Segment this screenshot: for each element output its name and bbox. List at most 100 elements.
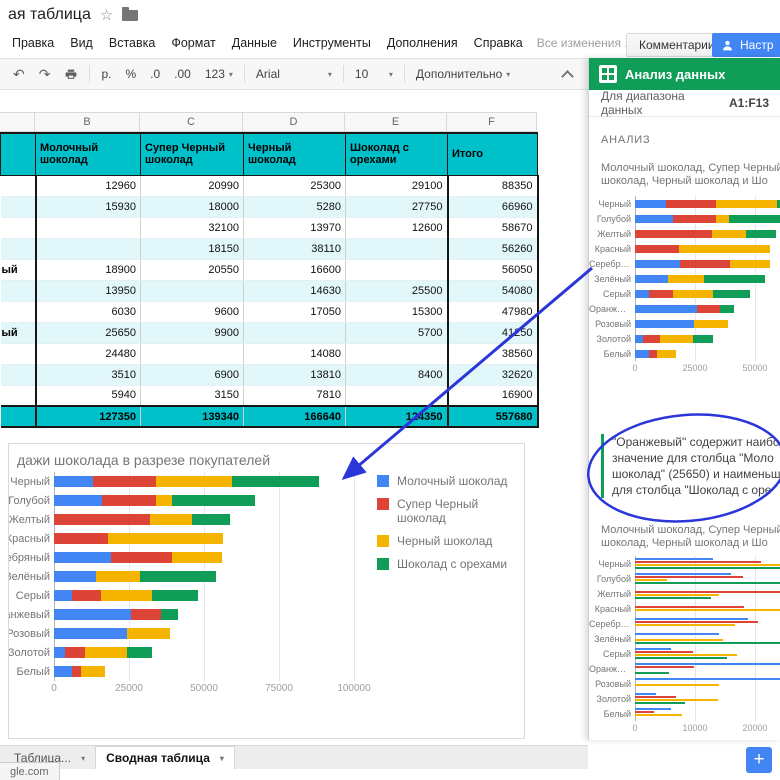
cell[interactable]: 32100: [140, 217, 244, 239]
cell[interactable]: 29100: [345, 175, 448, 197]
cell[interactable]: 5280: [243, 196, 346, 218]
cell[interactable]: 13950: [35, 280, 141, 302]
cell[interactable]: 56050: [446, 259, 539, 281]
menu-item[interactable]: Инструменты: [285, 36, 379, 50]
cell[interactable]: 18000: [140, 196, 244, 218]
panel-chart1[interactable]: Черный Голубой Желтый Красный Серебряный Зелё…: [589, 196, 780, 375]
cell[interactable]: 20990: [140, 175, 244, 197]
cell[interactable]: [0, 132, 36, 176]
doc-title[interactable]: ая таблица: [8, 6, 91, 24]
cell[interactable]: 16900: [446, 385, 539, 407]
cell[interactable]: 127350: [35, 405, 141, 428]
cell[interactable]: 20550: [140, 259, 244, 281]
cell[interactable]: [345, 385, 448, 407]
cell[interactable]: 56260: [446, 238, 539, 260]
folder-icon[interactable]: [122, 6, 139, 21]
menu-item[interactable]: Справка: [466, 36, 531, 50]
cell[interactable]: [0, 405, 37, 428]
column-header[interactable]: C: [140, 113, 243, 131]
cell[interactable]: 17050: [243, 301, 346, 323]
cell[interactable]: 8400: [345, 364, 448, 386]
increase-decimals-button[interactable]: .00: [167, 62, 198, 86]
panel-chart2[interactable]: Черный Голубой Желтый Красный Серебряный Зелё…: [589, 556, 780, 735]
redo-icon[interactable]: ↷: [32, 62, 58, 86]
more-toolbar-button[interactable]: Дополнительно ▾: [409, 62, 517, 86]
cell[interactable]: [35, 217, 141, 239]
cell[interactable]: 25500: [345, 280, 448, 302]
row-label-fragment[interactable]: [0, 217, 37, 239]
cell[interactable]: 18900: [35, 259, 141, 281]
cell[interactable]: 15930: [35, 196, 141, 218]
row-label-fragment[interactable]: [0, 196, 37, 218]
row-label-fragment[interactable]: [0, 175, 37, 197]
cell[interactable]: [345, 259, 448, 281]
row-label-fragment[interactable]: ый: [0, 322, 37, 344]
pivot-header-cell[interactable]: Итого: [447, 132, 538, 176]
cell[interactable]: 6900: [140, 364, 244, 386]
column-header[interactable]: F: [447, 113, 537, 131]
cell[interactable]: 139340: [140, 405, 244, 428]
decrease-decimals-button[interactable]: .0: [143, 62, 167, 86]
cell[interactable]: 27750: [345, 196, 448, 218]
cell[interactable]: 16600: [243, 259, 346, 281]
undo-icon[interactable]: ↶: [6, 62, 32, 86]
cell[interactable]: 3150: [140, 385, 244, 407]
cell[interactable]: 18150: [140, 238, 244, 260]
number-format-button[interactable]: 123 ▾: [198, 62, 240, 86]
column-header[interactable]: E: [345, 113, 447, 131]
cell[interactable]: 5700: [345, 322, 448, 344]
row-label-fragment[interactable]: [0, 385, 37, 407]
currency-format-button[interactable]: р.: [94, 62, 118, 86]
cell[interactable]: 38560: [446, 343, 539, 365]
cell[interactable]: 25650: [35, 322, 141, 344]
cell[interactable]: [345, 238, 448, 260]
cell[interactable]: 41250: [446, 322, 539, 344]
cell[interactable]: 54080: [446, 280, 539, 302]
chart-card[interactable]: дажи шоколада в разрезе покупателей Черн…: [8, 443, 525, 739]
menu-item[interactable]: Вставка: [101, 36, 163, 50]
print-icon[interactable]: [57, 62, 85, 86]
row-label-fragment[interactable]: [0, 301, 37, 323]
cell[interactable]: 7810: [243, 385, 346, 407]
menu-item[interactable]: Данные: [224, 36, 285, 50]
cell[interactable]: 124350: [345, 405, 448, 428]
cell[interactable]: 25300: [243, 175, 346, 197]
font-size-select[interactable]: 10 ▾: [348, 62, 400, 86]
column-header[interactable]: B: [35, 113, 140, 131]
cell[interactable]: 9900: [140, 322, 244, 344]
row-label-fragment[interactable]: ый: [0, 259, 37, 281]
cell[interactable]: 557680: [446, 405, 539, 428]
font-select[interactable]: Arial ▾: [249, 62, 339, 86]
cell[interactable]: 14080: [243, 343, 346, 365]
cell[interactable]: [35, 238, 141, 260]
menu-item[interactable]: Вид: [62, 36, 101, 50]
data-range-row[interactable]: Для диапазона данных A1:F13: [589, 89, 780, 117]
menu-item[interactable]: Правка: [4, 36, 62, 50]
row-label-fragment[interactable]: [0, 238, 37, 260]
cell[interactable]: 58670: [446, 217, 539, 239]
cell[interactable]: 14630: [243, 280, 346, 302]
cell[interactable]: 13970: [243, 217, 346, 239]
cell[interactable]: 13810: [243, 364, 346, 386]
cell[interactable]: 38110: [243, 238, 346, 260]
cell[interactable]: [140, 343, 244, 365]
pivot-header-cell[interactable]: Супер Черный шоколад: [140, 132, 244, 176]
row-label-fragment[interactable]: [0, 280, 37, 302]
cell[interactable]: [345, 343, 448, 365]
cell[interactable]: 3510: [35, 364, 141, 386]
column-header[interactable]: D: [243, 113, 345, 131]
percent-format-button[interactable]: %: [118, 62, 143, 86]
cell[interactable]: 12960: [35, 175, 141, 197]
cell[interactable]: 5940: [35, 385, 141, 407]
cell[interactable]: 47980: [446, 301, 539, 323]
sheet-tab[interactable]: Сводная таблица ▾: [95, 746, 235, 769]
toolbar-collapse-button[interactable]: [561, 69, 574, 83]
cell[interactable]: 88350: [446, 175, 539, 197]
cell[interactable]: [243, 322, 346, 344]
cell[interactable]: 166640: [243, 405, 346, 428]
row-label-fragment[interactable]: [0, 343, 37, 365]
pivot-header-cell[interactable]: Молочный шоколад: [35, 132, 141, 176]
explore-fab-button[interactable]: +: [746, 747, 772, 773]
menu-item[interactable]: Дополнения: [379, 36, 466, 50]
cell[interactable]: 9600: [140, 301, 244, 323]
